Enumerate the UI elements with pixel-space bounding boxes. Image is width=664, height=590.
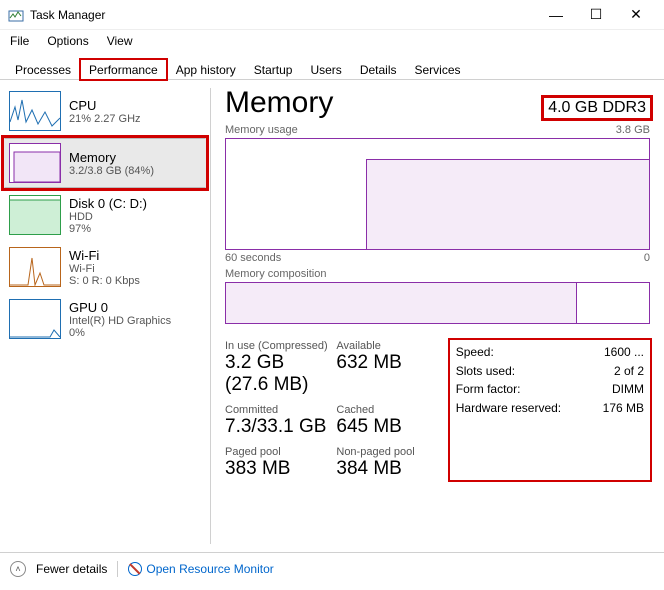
main-panel: Memory 4.0 GB DDR3 Memory usage 3.8 GB 6… xyxy=(211,80,664,552)
sidebar-item-disk[interactable]: Disk 0 (C: D:) HDD 97% xyxy=(4,190,206,240)
axis-left: 60 seconds xyxy=(225,252,281,264)
memory-title: Memory xyxy=(69,150,154,165)
available-value: 632 MB xyxy=(336,352,441,374)
cached-label: Cached xyxy=(336,404,441,416)
titlebar: Task Manager — ☐ ✕ xyxy=(0,0,664,30)
open-resource-monitor-link[interactable]: Open Resource Monitor xyxy=(128,562,273,576)
disk-sub1: HDD xyxy=(69,211,147,223)
tab-app-history[interactable]: App history xyxy=(167,59,245,80)
nonpaged-value: 384 MB xyxy=(336,458,441,480)
sidebar-item-cpu[interactable]: CPU 21% 2.27 GHz xyxy=(4,86,206,136)
sidebar-item-gpu[interactable]: GPU 0 Intel(R) HD Graphics 0% xyxy=(4,294,206,344)
minimize-button[interactable]: — xyxy=(536,7,576,23)
maximize-button[interactable]: ☐ xyxy=(576,6,616,23)
tab-users[interactable]: Users xyxy=(301,59,350,80)
menu-file[interactable]: File xyxy=(8,32,31,50)
wifi-sub1: Wi-Fi xyxy=(69,263,140,275)
wifi-sub2: S: 0 R: 0 Kbps xyxy=(69,275,140,287)
close-button[interactable]: ✕ xyxy=(616,6,656,23)
chevron-up-icon[interactable]: ˄ xyxy=(10,561,26,577)
footer: ˄ Fewer details Open Resource Monitor xyxy=(0,552,664,585)
axis-right: 0 xyxy=(644,252,650,264)
usage-label: Memory usage xyxy=(225,124,298,136)
disk-sub2: 97% xyxy=(69,223,147,235)
cpu-title: CPU xyxy=(69,98,141,113)
page-title: Memory xyxy=(225,86,333,120)
menubar: File Options View xyxy=(0,30,664,52)
composition-label: Memory composition xyxy=(225,268,326,280)
sidebar-item-memory[interactable]: Memory 3.2/3.8 GB (84%) xyxy=(4,138,206,188)
cached-value: 645 MB xyxy=(336,416,441,438)
window-title: Task Manager xyxy=(30,8,105,22)
paged-value: 383 MB xyxy=(225,458,330,480)
resource-monitor-icon xyxy=(128,562,142,576)
cpu-sub: 21% 2.27 GHz xyxy=(69,113,141,125)
inuse-value: 3.2 GB (27.6 MB) xyxy=(225,352,330,396)
wifi-title: Wi-Fi xyxy=(69,248,140,263)
menu-view[interactable]: View xyxy=(105,32,135,50)
committed-value: 7.3/33.1 GB xyxy=(225,416,330,438)
hw-value: 176 MB xyxy=(603,399,644,418)
task-manager-icon xyxy=(8,7,24,23)
tab-services[interactable]: Services xyxy=(406,59,470,80)
memory-thumbnail-icon xyxy=(9,143,61,183)
wifi-thumbnail-icon xyxy=(9,247,61,287)
memory-sub: 3.2/3.8 GB (84%) xyxy=(69,165,154,177)
gpu-title: GPU 0 xyxy=(69,300,171,315)
sidebar-item-wifi[interactable]: Wi-Fi Wi-Fi S: 0 R: 0 Kbps xyxy=(4,242,206,292)
tab-bar: Processes Performance App history Startu… xyxy=(0,54,664,80)
memory-usage-graph xyxy=(225,138,650,250)
committed-label: Committed xyxy=(225,404,330,416)
slots-label: Slots used: xyxy=(456,362,515,381)
sidebar: CPU 21% 2.27 GHz Memory 3.2/3.8 GB (84%) xyxy=(0,80,210,552)
tab-startup[interactable]: Startup xyxy=(245,59,302,80)
disk-title: Disk 0 (C: D:) xyxy=(69,196,147,211)
available-label: Available xyxy=(336,340,441,352)
form-label: Form factor: xyxy=(456,380,521,399)
fewer-details-link[interactable]: Fewer details xyxy=(36,562,107,576)
paged-label: Paged pool xyxy=(225,446,330,458)
menu-options[interactable]: Options xyxy=(45,32,90,50)
cpu-thumbnail-icon xyxy=(9,91,61,131)
gpu-thumbnail-icon xyxy=(9,299,61,339)
tab-performance[interactable]: Performance xyxy=(80,59,167,80)
stats-left: In use (Compressed) 3.2 GB (27.6 MB) Ava… xyxy=(225,340,442,480)
inuse-label: In use (Compressed) xyxy=(225,340,330,352)
ram-installed-label: 4.0 GB DDR3 xyxy=(544,98,650,118)
usage-max: 3.8 GB xyxy=(616,124,650,136)
tab-processes[interactable]: Processes xyxy=(6,59,80,80)
memory-composition-bar xyxy=(225,282,650,324)
hw-label: Hardware reserved: xyxy=(456,399,561,418)
memory-details-box: Speed: 1600 ... Slots used: 2 of 2 Form fa… xyxy=(450,340,650,480)
body: CPU 21% 2.27 GHz Memory 3.2/3.8 GB (84%) xyxy=(0,80,664,552)
gpu-sub2: 0% xyxy=(69,327,171,339)
speed-label: Speed: xyxy=(456,343,494,362)
disk-thumbnail-icon xyxy=(9,195,61,235)
form-value: DIMM xyxy=(612,380,644,399)
divider xyxy=(117,561,118,577)
speed-value: 1600 ... xyxy=(604,343,644,362)
gpu-sub1: Intel(R) HD Graphics xyxy=(69,315,171,327)
tab-details[interactable]: Details xyxy=(351,59,406,80)
slots-value: 2 of 2 xyxy=(614,362,644,381)
nonpaged-label: Non-paged pool xyxy=(336,446,441,458)
